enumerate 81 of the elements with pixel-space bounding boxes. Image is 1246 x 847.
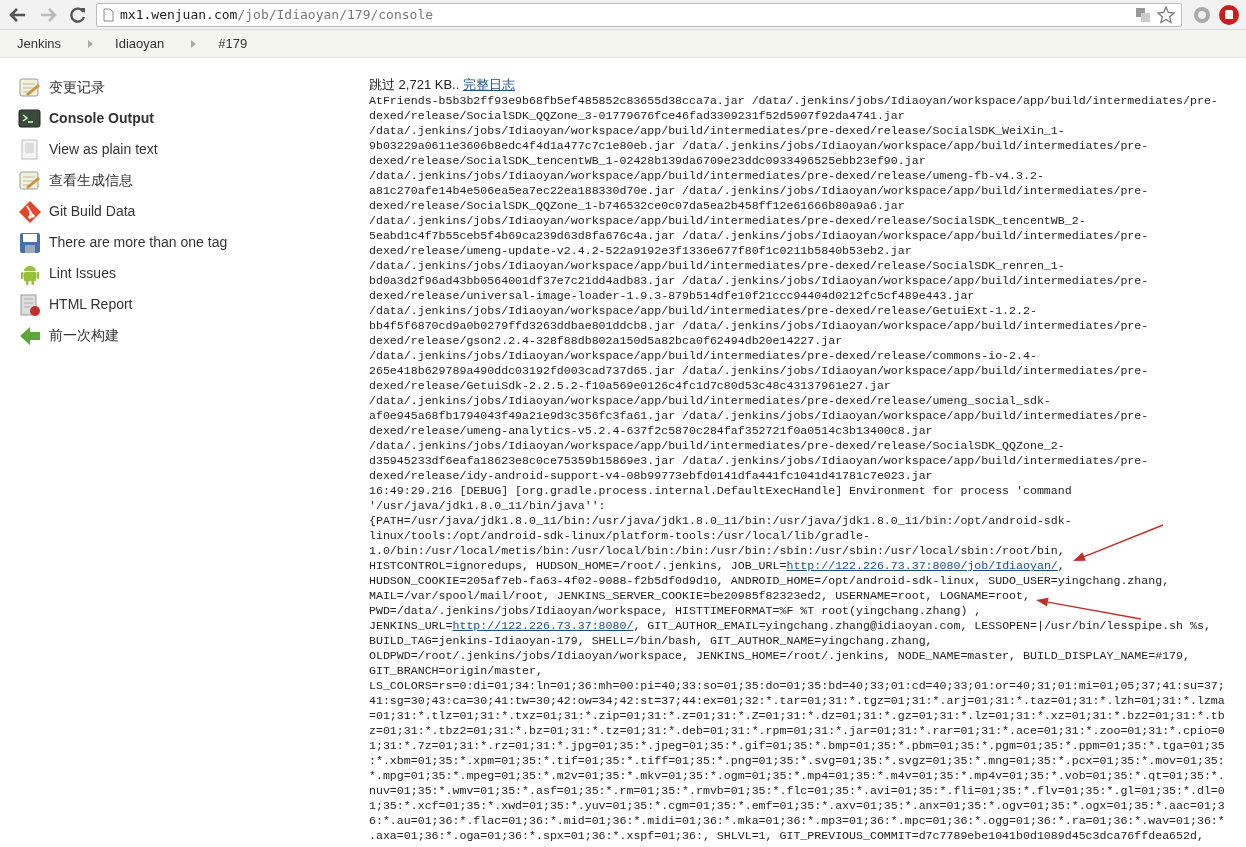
console-line: '/usr/java/jdk1.8.0_11/bin/java'': bbox=[369, 498, 606, 513]
console-line: =01;31:*.tlz=01;31:*.txz=01;31:*.zip=01;31:*.z=01;31:*.Z=01;31:*.dz=01;31:*.gz=01;31:*.lz=01;31:*.xz=01;31:*.bz2=01;31:*.tb bbox=[369, 708, 1225, 723]
console-line: /data/.jenkins/jobs/Idiaoyan/workspace/app/build/intermediates/pre-dexed/release/SocialSDK_WeiXin_1- bbox=[369, 123, 1065, 138]
console-line: {PATH=/usr/java/jdk1.8.0_11/bin:/usr/java/jdk1.8.0_11/bin:/usr/java/jdk1.8.0_11/bin:/opt/android-sdk- bbox=[369, 513, 1072, 528]
notepad-icon bbox=[18, 75, 42, 100]
console-line: PWD=/data/.jenkins/jobs/Idiaoyan/workspace, HISTTIMEFORMAT=%F %T root(yingchang.zhang) , bbox=[369, 603, 982, 618]
console-line: 6:*.au=01;36:*.flac=01;36:*.mid=01;36:*.midi=01;36:*.mka=01;36:*.mp3=01;36:*.mpc=01;36:*.ogg=01;36:*.ra=01;36:*.wav=01;36:* bbox=[369, 813, 1225, 828]
console-line: BUILD_TAG=jenkins-Idiaoyan-179, SHELL=/bin/bash, GIT_AUTHOR_NAME=yingchang.zhang, bbox=[369, 633, 933, 648]
chevron-icon bbox=[88, 39, 94, 48]
url-text: mx1.wenjuan.com/job/Idiaoyan/179/console bbox=[120, 5, 434, 24]
address-bar[interactable]: mx1.wenjuan.com/job/Idiaoyan/179/console bbox=[96, 2, 1182, 27]
console-line: :*.xbm=01;35:*.xpm=01;35:*.tif=01;35:*.tiff=01;35:*.png=01;35:*.svg=01;35:*.svgz=01;35:*.mng=01;35:*.pcx=01;35:*.mov=01;35: bbox=[369, 753, 1225, 768]
translate-icon[interactable] bbox=[1135, 6, 1151, 23]
console-line: *.mpg=01;35:*.mpeg=01;35:*.m2v=01;35:*.mkv=01;35:*.ogm=01;35:*.mp4=01;35:*.m4v=01;35:*.mp4v=01;35:*.vob=01;35:*.qt=01;35:*. bbox=[369, 768, 1225, 783]
console-line: /data/.jenkins/jobs/Idiaoyan/workspace/app/build/intermediates/pre-dexed/release/SocialSDK_renren_1- bbox=[369, 258, 1065, 273]
console-line: dexed/release/universal-image-loader-1.9.3-879b514dfe10f21ccc94404d0212fc5cf489e443.jar bbox=[369, 288, 975, 303]
terminal-icon bbox=[18, 106, 42, 131]
console-line: /data/.jenkins/jobs/Idiaoyan/workspace/app/build/intermediates/pre-dexed/release/commons-io-2.4- bbox=[369, 348, 1037, 363]
sidebar-item[interactable]: Lint Issues bbox=[18, 258, 360, 289]
console-line: 1.0/bin:/usr/local/metis/bin:/usr/local/bin:/bin:/usr/bin:/sbin:/usr/sbin:/usr/local/sbin:/root/bin, bbox=[369, 543, 1065, 558]
sidebar-item[interactable]: There are more than one tag bbox=[18, 227, 360, 258]
sidebar-item[interactable]: HTML Report bbox=[18, 289, 360, 320]
page-icon bbox=[103, 7, 114, 22]
git-icon bbox=[18, 199, 42, 224]
console-link[interactable]: http://122.226.73.37:8080/ bbox=[452, 618, 634, 633]
console-line: dexed/release/SocialSDK_tencentWB_1-02428b139da6709e23ddc0933496525ebb23ef90.jar bbox=[369, 153, 926, 168]
sidebar-item[interactable]: Git Build Data bbox=[18, 196, 360, 227]
console-line: /data/.jenkins/jobs/Idiaoyan/workspace/app/build/intermediates/pre-dexed/release/umeng_social_sdk- bbox=[369, 393, 1051, 408]
console-text: HISTCONTROL=ignoredups, HUDSON_HOME=/root/.jenkins, JOB_URL= bbox=[369, 558, 787, 573]
breadcrumb-link[interactable]: Idiaoyan bbox=[115, 33, 165, 54]
console-line: 9b03229a0611e3606b8edc4f4d1a477c7c1e80eb.jar /data/.jenkins/jobs/Idiaoyan/workspace/app/build/intermediates/pre- bbox=[369, 138, 1149, 153]
sidebar-item[interactable]: 变更记录 bbox=[18, 72, 360, 103]
console-line: OLDPWD=/root/.jenkins/jobs/Idiaoyan/workspace, JENKINS_HOME=/root/.jenkins, NODE_NAME=master, BUILD_DISPLAY_NAME=#179, bbox=[369, 648, 1190, 663]
console-text: , bbox=[1057, 558, 1065, 573]
console-line: AtFriends-b5b3b2ff93e9b68fb5ef485852c83655d38cca7a.jar /data/.jenkins/jobs/Idiaoyan/workspace/app/build/intermediates/pre- bbox=[369, 93, 1218, 108]
stop-icon[interactable] bbox=[1218, 3, 1240, 26]
star-icon[interactable] bbox=[1157, 5, 1175, 24]
console-line: 5eabd1c4f7b55ceb5f4b69ca239d63d8fa676c4a.jar /data/.jenkins/jobs/Idiaoyan/workspace/app/build/intermediates/pre- bbox=[369, 228, 1149, 243]
console-line: d35945233df6eafa18623e8c0ce75359b15869e3.jar /data/.jenkins/jobs/Idiaoyan/workspace/app/build/intermediates/pre- bbox=[369, 453, 1149, 468]
console-line: a81c270afe14b4e506ea5ea7ec22ea188330d70e.jar /data/.jenkins/jobs/Idiaoyan/workspace/app/build/intermediates/pre- bbox=[369, 183, 1149, 198]
console-line: 41:sg=30;43:ca=30;41:tw=30;42:ow=34;42:st=37;44:ex=01;32:*.tar=01;31:*.tgz=01;31:*.arj=01;31:*.taz=01;31:*.lzh=01;31:*.lzma bbox=[369, 693, 1225, 708]
console-link[interactable]: http://122.226.73.37:8080/job/Idiaoyan/ bbox=[786, 558, 1058, 573]
console-line: 1;35:*.xcf=01;35:*.xwd=01;35:*.yuv=01;35:*.cgm=01;35:*.emf=01;35:*.axv=01;35:*.anx=01;35:*.ogv=01;35:*.ogx=01;35:*.aac=01;3 bbox=[369, 798, 1225, 813]
console-line: dexed/release/SocialSDK_QQZone_3-01779676fce46fad3309231f52d5907f92da4741.jar bbox=[369, 108, 905, 123]
notepad-icon bbox=[18, 168, 42, 193]
console-line: z=01;31:*.tbz2=01;31:*.bz=01;31:*.tz=01;31:*.deb=01;31:*.rpm=01;31:*.jar=01;31:*.rar=01;31:*.ace=01;31:*.zoo=01;31:*.cpio=0 bbox=[369, 723, 1225, 738]
sidebar-item[interactable]: Console Output bbox=[18, 103, 360, 134]
console-line: HUDSON_COOKIE=205af7eb-fa63-4f02-9088-f2b5df0d9d10, ANDROID_HOME=/opt/android-sdk-linux, SUDO_USER=yingchang.zhang, bbox=[369, 573, 1170, 588]
full-log-link[interactable]: 完整日志 bbox=[462, 77, 515, 93]
console-line: GIT_BRANCH=origin/master, bbox=[369, 663, 543, 678]
chevron-icon bbox=[191, 39, 197, 48]
breadcrumb-link[interactable]: #179 bbox=[218, 33, 248, 54]
sidebar-item[interactable]: View as plain text bbox=[18, 134, 360, 165]
console-line: dexed/release/gson2.2.4-328f88db802a150d5a82bca0f62494db20e14227.jar bbox=[369, 333, 843, 348]
console-line: 16:49:29.216 [DEBUG] [org.gradle.process.internal.DefaultExecHandle] Environment for process 'command bbox=[369, 483, 1072, 498]
console-line: /data/.jenkins/jobs/Idiaoyan/workspace/app/build/intermediates/pre-dexed/release/SocialSDK_QQZone_2- bbox=[369, 438, 1065, 453]
console-line: /data/.jenkins/jobs/Idiaoyan/workspace/app/build/intermediates/pre-dexed/release/SocialSDK_tencentWB_2- bbox=[369, 213, 1086, 228]
console-line: nuv=01;35:*.wmv=01;35:*.asf=01;35:*.rm=01;35:*.rmvb=01;35:*.flc=01;35:*.avi=01;35:*.fli=01;35:*.flv=01;35:*.gl=01;35:*.dl=0 bbox=[369, 783, 1225, 798]
console-line: /data/.jenkins/jobs/Idiaoyan/workspace/app/build/intermediates/pre-dexed/release/GetuiExt-1.2.2- bbox=[369, 303, 1037, 318]
console-line: .axa=01;36:*.oga=01;36:*.spx=01;36:*.xspf=01;36:, SHLVL=1, GIT_PREVIOUS_COMMIT=d7c7789ebe1041b0d1089d45c3dca76ffdea652d, bbox=[369, 828, 1204, 843]
console-text: JENKINS_URL= bbox=[369, 618, 453, 633]
sidebar-item[interactable]: 查看生成信息 bbox=[18, 165, 360, 196]
console-line: af0e945a68fb1794043f49a21e9d3c356fc3fa61.jar /data/.jenkins/jobs/Idiaoyan/workspace/app/build/intermediates/pre- bbox=[369, 408, 1149, 423]
skipped-text: 跳过 2,721 KB.. bbox=[369, 77, 461, 93]
console-line: /data/.jenkins/jobs/Idiaoyan/workspace/app/build/intermediates/pre-dexed/release/umeng-fb-v4.3.2- bbox=[369, 168, 1044, 183]
console-line: 1;31:*.7z=01;31:*.rz=01;31:*.jpg=01;35:*.jpeg=01;35:*.gif=01;35:*.bmp=01;35:*.pbm=01;35:*.pgm=01;35:*.ppm=01;35:*.tga=01;35 bbox=[369, 738, 1225, 753]
console-line: dexed/release/umeng-update-v2.4.2-522a9192e3f1336e677f80f1c0211b5840b53eb2.jar bbox=[369, 243, 912, 258]
console-line: dexed/release/SocialSDK_QQZone_1-b746532ce0c07da5ea2b458ff12e61666b80a9a6.jar bbox=[369, 198, 905, 213]
console-line: dexed/release/idy-android-support-v4-08b99773ebfd0141dfa441fc1041d41781c7e023.jar bbox=[369, 468, 933, 483]
console-line: dexed/release/umeng-analytics-v5.2.4-637f2c5870c284faf352721f0a0514c3b13400c8.jar bbox=[369, 423, 933, 438]
console-line: MAIL=/var/spool/mail/root, JENKINS_SERVER_COOKIE=be20985f82323ed2, USERNAME=root, LOGNAME=root, bbox=[369, 588, 1030, 603]
console-line: bd0a3d2f96ad43bb0564001df37e7c21dd4adb83.jar /data/.jenkins/jobs/Idiaoyan/workspace/app/build/intermediates/pre- bbox=[369, 273, 1149, 288]
console-line: 265e418b629789a490ddc03192fd003cad737d65.jar /data/.jenkins/jobs/Idiaoyan/workspace/app/build/intermediates/pre- bbox=[369, 363, 1149, 378]
console-line: dexed/release/GetuiSdk-2.2.5.2-f10a569e0126c4fc1d7c80d53c48c43137961e27.jar bbox=[369, 378, 891, 393]
sidebar-item[interactable]: 前一次构建 bbox=[18, 320, 360, 351]
console-line: LS_COLORS=rs=0:di=01;34:ln=01;36:mh=00:pi=40;33:so=01;35:do=01;35:bd=40;33;01:cd=40;33;01:or=40;31;01:mi=01;05;37;41:su=37; bbox=[369, 678, 1225, 693]
console-line: linux/tools:/opt/android-sdk-linux/platform-tools:/usr/local/lib/gradle- bbox=[369, 528, 870, 543]
breadcrumb-link[interactable]: Jenkins bbox=[17, 33, 62, 54]
console-text: , GIT_AUTHOR_EMAIL=yingchang.zhang@idiaoyan.com, LESSOPEN=|/usr/bin/lesspipe.sh %s, bbox=[633, 618, 1211, 633]
report-icon bbox=[18, 292, 42, 317]
console-line: bb4f5f6870cd9a0b0279ffd3263ddbae801ddcb8.jar /data/.jenkins/jobs/Idiaoyan/workspace/app/build/intermediates/pre- bbox=[369, 318, 1149, 333]
